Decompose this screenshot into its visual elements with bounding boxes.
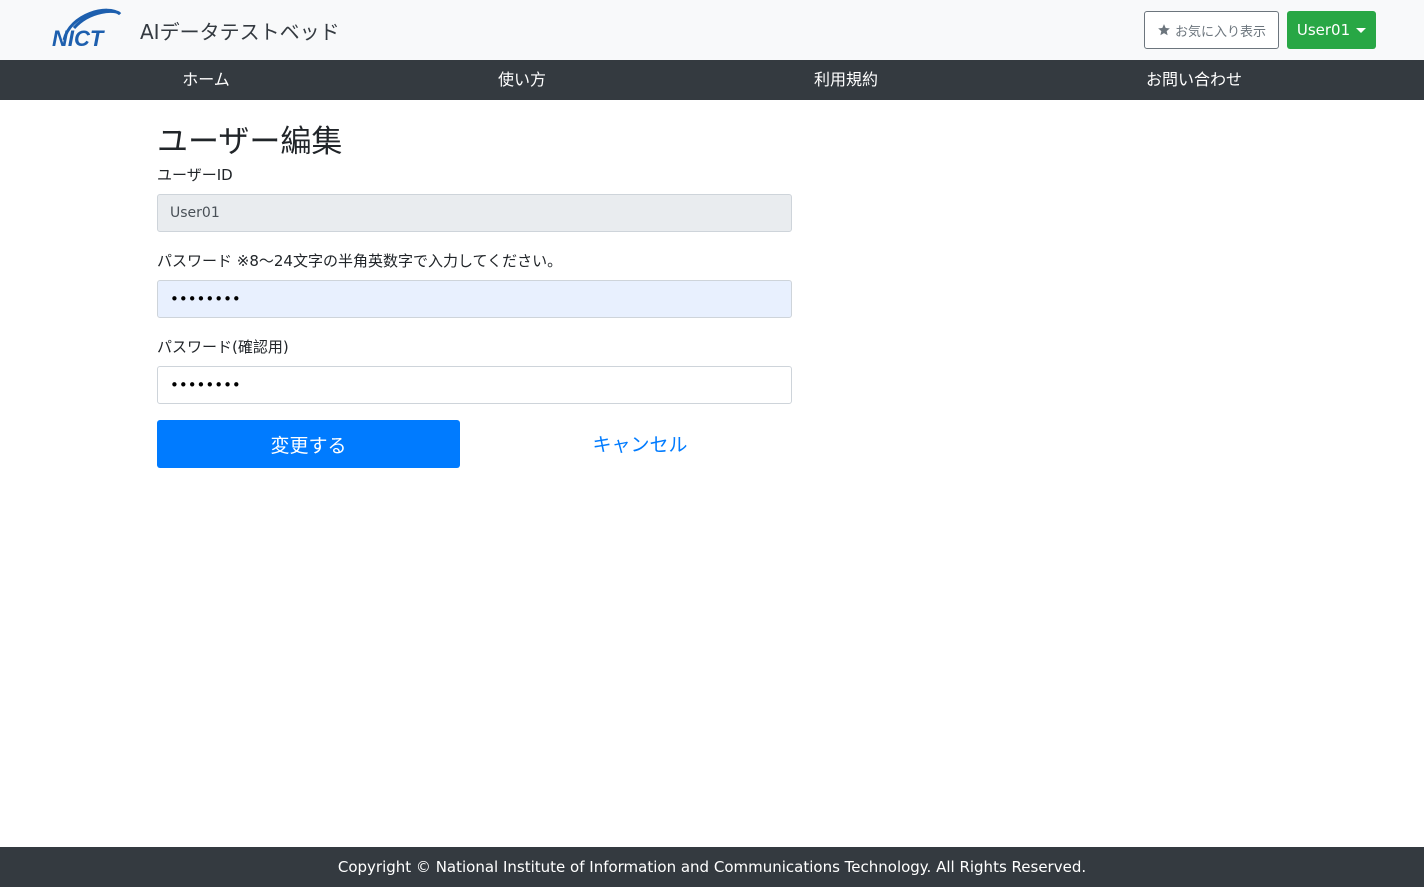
nav-item-home[interactable]: ホーム <box>182 60 230 100</box>
password-confirm-label: パスワード(確認用) <box>157 338 289 356</box>
password-label: パスワード ※8〜24文字の半角英数字で入力してください。 <box>157 252 563 270</box>
favorites-button-label: お気に入り表示 <box>1174 24 1266 40</box>
user-id-field[interactable] <box>157 194 792 232</box>
nav-item-contact[interactable]: お問い合わせ <box>1146 60 1242 100</box>
password-field[interactable] <box>157 280 792 318</box>
page-title: ユーザー編集 <box>157 124 343 160</box>
app-title[interactable]: AIデータテストベッド <box>140 16 340 45</box>
nict-logo-icon: NICT <box>52 8 122 51</box>
footer-copyright: Copyright © National Institute of Inform… <box>0 847 1424 887</box>
nav-item-usage[interactable]: 使い方 <box>498 60 546 100</box>
main-nav: ホーム 使い方 利用規約 お問い合わせ <box>0 60 1424 100</box>
top-header: NICT AIデータテストベッド お気に入り表示 User01 <box>0 0 1424 60</box>
cancel-link[interactable]: キャンセル <box>592 430 687 457</box>
password-confirm-field[interactable] <box>157 366 792 404</box>
user-id-label: ユーザーID <box>157 166 233 184</box>
submit-button[interactable]: 変更する <box>157 420 460 468</box>
nict-logo[interactable]: NICT <box>50 6 124 52</box>
user-menu-button[interactable]: User01 <box>1287 11 1376 49</box>
logo-text: NICT <box>52 26 105 51</box>
star-icon <box>1158 24 1170 36</box>
user-menu-label: User01 <box>1296 21 1351 39</box>
caret-down-icon <box>1356 27 1367 33</box>
nav-item-terms[interactable]: 利用規約 <box>814 60 878 100</box>
favorites-button[interactable]: お気に入り表示 <box>1144 11 1279 49</box>
